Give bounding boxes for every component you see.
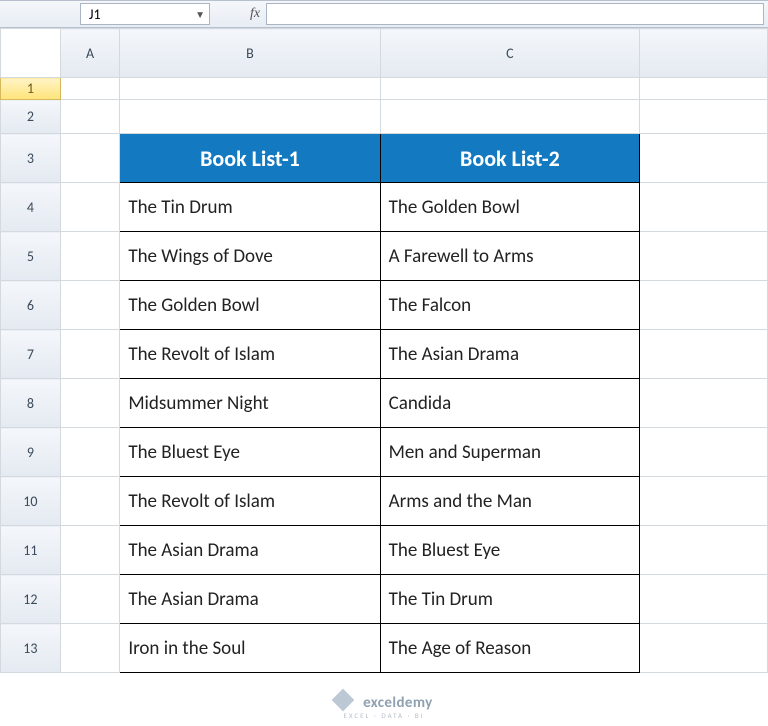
footer-watermark: exceldemy EXCEL · DATA · BI (0, 673, 768, 726)
data-cell[interactable]: The Revolt of Islam (120, 330, 380, 379)
data-cell[interactable]: The Tin Drum (120, 183, 380, 232)
data-cell[interactable]: The Bluest Eye (120, 428, 380, 477)
chevron-down-icon[interactable]: ▼ (195, 8, 205, 21)
cell[interactable] (380, 78, 640, 100)
cell[interactable] (640, 428, 768, 477)
row-header-5[interactable]: 5 (1, 232, 61, 281)
row-header-11[interactable]: 11 (1, 526, 61, 575)
data-cell[interactable]: Arms and the Man (380, 477, 640, 526)
data-cell[interactable]: The Tin Drum (380, 575, 640, 624)
spreadsheet-grid[interactable]: A B C 1 2 3 Book List-1 Book List-2 4 Th… (0, 28, 768, 673)
brand-name: exceldemy (363, 694, 433, 712)
sheet-table: A B C 1 2 3 Book List-1 Book List-2 4 Th… (0, 28, 768, 673)
cell[interactable] (60, 428, 120, 477)
data-cell[interactable]: Iron in the Soul (120, 624, 380, 673)
cell[interactable] (60, 330, 120, 379)
cell[interactable] (640, 624, 768, 673)
name-box[interactable]: J1 ▼ (80, 3, 210, 25)
cell[interactable] (640, 78, 768, 100)
row-header-2[interactable]: 2 (1, 100, 61, 134)
row-header-1[interactable]: 1 (1, 78, 61, 100)
cell[interactable] (60, 575, 120, 624)
cell[interactable] (60, 281, 120, 330)
cell[interactable] (640, 330, 768, 379)
row-header-8[interactable]: 8 (1, 379, 61, 428)
data-cell[interactable]: The Falcon (380, 281, 640, 330)
cell[interactable] (640, 575, 768, 624)
cell[interactable] (60, 526, 120, 575)
cell[interactable] (640, 379, 768, 428)
cell[interactable] (60, 100, 120, 134)
data-cell[interactable]: The Golden Bowl (380, 183, 640, 232)
data-cell[interactable]: Midsummer Night (120, 379, 380, 428)
cell[interactable] (60, 379, 120, 428)
col-header-c[interactable]: C (380, 29, 640, 78)
select-all-corner[interactable] (1, 29, 61, 78)
data-cell[interactable]: The Golden Bowl (120, 281, 380, 330)
cell[interactable] (60, 134, 120, 183)
data-cell[interactable]: The Bluest Eye (380, 526, 640, 575)
fx-icon[interactable]: fx (250, 6, 260, 22)
cell[interactable] (380, 100, 640, 134)
cell[interactable] (120, 78, 380, 100)
cell[interactable] (60, 183, 120, 232)
data-cell[interactable]: The Asian Drama (120, 526, 380, 575)
cell[interactable] (640, 281, 768, 330)
row-header-9[interactable]: 9 (1, 428, 61, 477)
separator (240, 3, 244, 25)
col-header-blank[interactable] (640, 29, 768, 78)
row-header-3[interactable]: 3 (1, 134, 61, 183)
brand-tagline: EXCEL · DATA · BI (0, 711, 768, 720)
cell[interactable] (640, 232, 768, 281)
row-header-4[interactable]: 4 (1, 183, 61, 232)
row-header-12[interactable]: 12 (1, 575, 61, 624)
data-cell[interactable]: The Asian Drama (380, 330, 640, 379)
name-box-value: J1 (89, 6, 101, 23)
data-cell[interactable]: The Revolt of Islam (120, 477, 380, 526)
cell[interactable] (60, 477, 120, 526)
row-header-7[interactable]: 7 (1, 330, 61, 379)
logo-icon (332, 689, 355, 712)
formula-input[interactable] (266, 3, 764, 25)
cell[interactable] (640, 134, 768, 183)
col-header-a[interactable]: A (60, 29, 120, 78)
cell[interactable] (60, 232, 120, 281)
formula-bar: J1 ▼ fx (0, 0, 768, 28)
data-cell[interactable]: The Asian Drama (120, 575, 380, 624)
table-header-b[interactable]: Book List-1 (120, 134, 380, 183)
cell[interactable] (640, 526, 768, 575)
data-cell[interactable]: Men and Superman (380, 428, 640, 477)
data-cell[interactable]: The Wings of Dove (120, 232, 380, 281)
data-cell[interactable]: The Age of Reason (380, 624, 640, 673)
cell[interactable] (640, 477, 768, 526)
cell[interactable] (60, 624, 120, 673)
cell[interactable] (120, 100, 380, 134)
data-cell[interactable]: Candida (380, 379, 640, 428)
row-header-13[interactable]: 13 (1, 624, 61, 673)
cell[interactable] (640, 100, 768, 134)
row-header-10[interactable]: 10 (1, 477, 61, 526)
cell[interactable] (640, 183, 768, 232)
cell[interactable] (60, 78, 120, 100)
table-header-c[interactable]: Book List-2 (380, 134, 640, 183)
col-header-b[interactable]: B (120, 29, 380, 78)
data-cell[interactable]: A Farewell to Arms (380, 232, 640, 281)
row-header-6[interactable]: 6 (1, 281, 61, 330)
